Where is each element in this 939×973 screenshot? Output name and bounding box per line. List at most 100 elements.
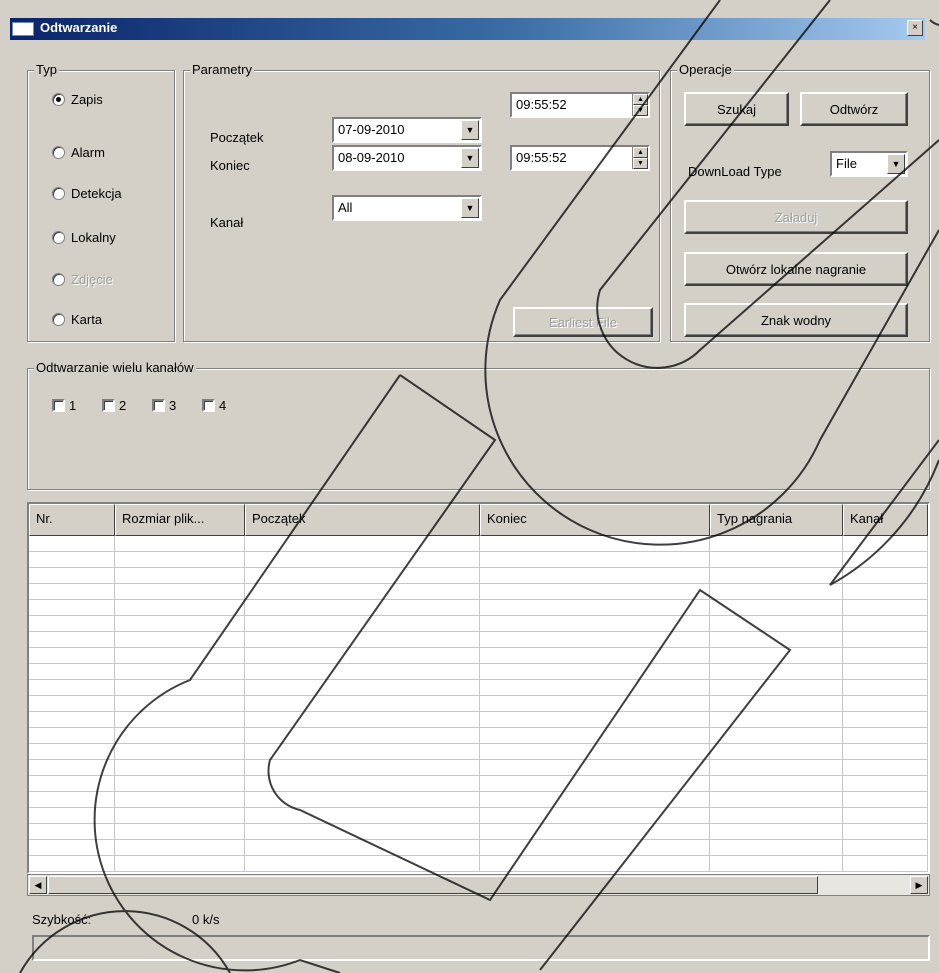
table-row[interactable] — [29, 664, 928, 680]
download-type-dropdown[interactable]: File ▼ — [830, 151, 908, 177]
table-cell — [710, 824, 843, 839]
table-row[interactable] — [29, 728, 928, 744]
table-cell — [843, 728, 928, 743]
table-row[interactable] — [29, 744, 928, 760]
table-cell — [843, 616, 928, 631]
table-cell — [710, 568, 843, 583]
table-row[interactable] — [29, 792, 928, 808]
table-cell — [29, 664, 115, 679]
table-cell — [710, 728, 843, 743]
table-cell — [710, 664, 843, 679]
scroll-left-icon[interactable]: ◀ — [29, 876, 47, 894]
column-header-size[interactable]: Rozmiar plik... — [115, 504, 245, 536]
table-cell — [245, 632, 480, 647]
radio-zapis[interactable]: Zapis — [52, 92, 103, 107]
radio-lokalny[interactable]: Lokalny — [52, 230, 116, 245]
table-cell — [843, 744, 928, 759]
play-button[interactable]: Odtwórz — [800, 92, 908, 126]
spin-up-icon[interactable]: ▲ — [633, 94, 648, 105]
scroll-right-icon[interactable]: ▶ — [910, 876, 928, 894]
close-icon[interactable]: × — [907, 20, 923, 36]
chevron-down-icon[interactable]: ▼ — [461, 148, 479, 168]
earliest-file-button: Earliest File — [513, 307, 653, 337]
table-row[interactable] — [29, 840, 928, 856]
table-cell — [843, 824, 928, 839]
channel-checkbox-4[interactable]: 4 — [202, 398, 226, 413]
start-date-dropdown[interactable]: 07-09-2010 ▼ — [332, 117, 482, 143]
table-cell — [245, 584, 480, 599]
table-row[interactable] — [29, 584, 928, 600]
chevron-down-icon[interactable]: ▼ — [461, 198, 479, 218]
download-type-label: DownLoad Type — [688, 164, 782, 179]
end-time-spinner[interactable]: ▲ ▼ — [632, 147, 648, 169]
column-header-start[interactable]: Początek — [245, 504, 480, 536]
table-cell — [29, 808, 115, 823]
radio-detekcja[interactable]: Detekcja — [52, 186, 122, 201]
radio-karta[interactable]: Karta — [52, 312, 102, 327]
table-row[interactable] — [29, 696, 928, 712]
channel-label: Kanał — [210, 215, 244, 230]
channel-checkbox-3[interactable]: 3 — [152, 398, 176, 413]
spin-down-icon[interactable]: ▼ — [633, 105, 648, 116]
table-row[interactable] — [29, 808, 928, 824]
column-header-nr[interactable]: Nr. — [29, 504, 115, 536]
spin-up-icon[interactable]: ▲ — [633, 147, 648, 158]
checkbox-label: 2 — [119, 398, 127, 413]
table-row[interactable] — [29, 680, 928, 696]
table-cell — [29, 648, 115, 663]
radio-zdjecie: Zdjęcie — [52, 272, 113, 287]
table-cell — [115, 568, 245, 583]
horizontal-scrollbar[interactable]: ◀ ▶ — [27, 874, 930, 896]
spin-down-icon[interactable]: ▼ — [633, 158, 648, 169]
watermark-button[interactable]: Znak wodny — [684, 303, 908, 337]
recordings-table[interactable]: Nr. Rozmiar plik... Początek Koniec Typ … — [27, 502, 930, 874]
table-cell — [115, 536, 245, 551]
table-row[interactable] — [29, 632, 928, 648]
table-cell — [480, 776, 710, 791]
start-time-spinner[interactable]: ▲ ▼ — [632, 94, 648, 116]
table-row[interactable] — [29, 552, 928, 568]
table-row[interactable] — [29, 600, 928, 616]
end-label: Koniec — [210, 158, 250, 173]
channel-checkbox-2[interactable]: 2 — [102, 398, 126, 413]
channel-dropdown[interactable]: All ▼ — [332, 195, 482, 221]
column-header-end[interactable]: Koniec — [480, 504, 710, 536]
table-row[interactable] — [29, 856, 928, 872]
column-header-type[interactable]: Typ nagrania — [710, 504, 843, 536]
end-time-field[interactable]: 09:55:52 ▲ ▼ — [510, 145, 650, 171]
chevron-down-icon[interactable]: ▼ — [461, 120, 479, 140]
table-row[interactable] — [29, 760, 928, 776]
table-row[interactable] — [29, 712, 928, 728]
speed-label: Szybkość: — [32, 912, 92, 927]
channel-checkbox-1[interactable]: 1 — [52, 398, 76, 413]
table-cell — [245, 808, 480, 823]
table-cell — [710, 552, 843, 567]
table-cell — [843, 568, 928, 583]
table-row[interactable] — [29, 616, 928, 632]
table-cell — [480, 568, 710, 583]
open-local-recording-button[interactable]: Otwórz lokalne nagranie — [684, 252, 908, 286]
table-cell — [245, 696, 480, 711]
table-cell — [115, 776, 245, 791]
search-button[interactable]: Szukaj — [684, 92, 789, 126]
column-header-channel[interactable]: Kanał — [843, 504, 928, 536]
table-cell — [480, 664, 710, 679]
table-cell — [29, 840, 115, 855]
table-row[interactable] — [29, 648, 928, 664]
window-title: Odtwarzanie — [40, 20, 118, 35]
start-date-value: 07-09-2010 — [338, 122, 405, 137]
radio-label: Karta — [71, 312, 103, 327]
table-row[interactable] — [29, 568, 928, 584]
table-row[interactable] — [29, 536, 928, 552]
radio-alarm[interactable]: Alarm — [52, 145, 105, 160]
scroll-thumb[interactable] — [48, 876, 818, 894]
table-cell — [29, 552, 115, 567]
start-time-field[interactable]: 09:55:52 ▲ ▼ — [510, 92, 650, 118]
table-row[interactable] — [29, 824, 928, 840]
chevron-down-icon[interactable]: ▼ — [887, 154, 905, 174]
table-cell — [29, 760, 115, 775]
parametry-legend: Parametry — [190, 62, 254, 77]
table-row[interactable] — [29, 776, 928, 792]
end-date-dropdown[interactable]: 08-09-2010 ▼ — [332, 145, 482, 171]
table-cell — [710, 776, 843, 791]
